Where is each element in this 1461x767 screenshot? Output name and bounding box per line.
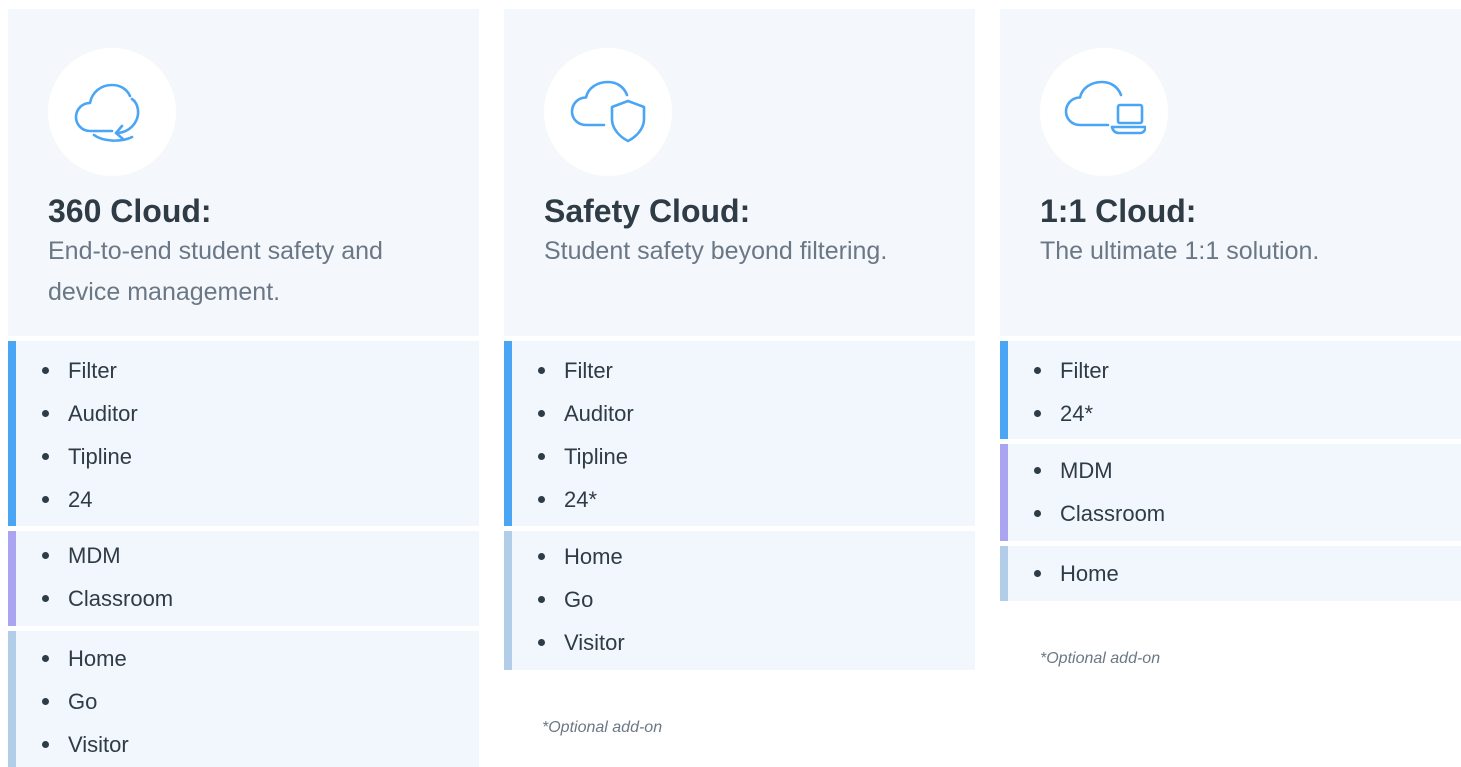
feature-item: Go (42, 680, 129, 723)
feature-list: Filter Auditor Tipline 24* (538, 349, 634, 521)
feature-item: MDM (1034, 449, 1165, 492)
group-color-bar (1000, 546, 1008, 601)
feature-list: Home Go Visitor (538, 535, 625, 664)
plan-title: 1:1 Cloud: (1040, 193, 1197, 229)
feature-item: 24* (538, 478, 634, 521)
cloud-shield-icon (544, 48, 672, 176)
group-color-bar (1000, 444, 1008, 541)
group-color-bar (8, 631, 16, 767)
feature-item: Filter (538, 349, 634, 392)
feature-item: Filter (42, 349, 138, 392)
feature-item: MDM (42, 534, 173, 577)
feature-item: Auditor (538, 392, 634, 435)
feature-item: 24 (42, 478, 138, 521)
plan-description: Student safety beyond filtering. (544, 237, 888, 265)
feature-item: Home (538, 535, 625, 578)
feature-item: Tipline (42, 435, 138, 478)
feature-list: MDM Classroom (1034, 449, 1165, 535)
feature-item: Classroom (1034, 492, 1165, 535)
feature-group-safety: Filter Auditor Tipline 24* (504, 341, 975, 526)
feature-list: Filter Auditor Tipline 24 (42, 349, 138, 521)
feature-item: 24* (1034, 392, 1109, 435)
group-color-bar (8, 531, 16, 626)
feature-item: Go (538, 578, 625, 621)
feature-list: Filter 24* (1034, 349, 1109, 435)
group-color-bar (504, 341, 512, 526)
feature-item: Auditor (42, 392, 138, 435)
group-color-bar (8, 341, 16, 526)
cloud-laptop-icon (1040, 48, 1168, 176)
group-color-bar (504, 531, 512, 670)
plan-description: End-to-end student safety and device man… (48, 237, 383, 306)
group-color-bar (1000, 341, 1008, 439)
feature-group-extras: Home Go Visitor (8, 631, 479, 767)
plan-title: 360 Cloud: (48, 193, 212, 229)
plan-title: Safety Cloud: (544, 193, 751, 229)
feature-group-extras: Home (1000, 546, 1461, 601)
feature-item: Visitor (538, 621, 625, 664)
feature-group-extras: Home Go Visitor (504, 531, 975, 670)
feature-item: Tipline (538, 435, 634, 478)
feature-group-safety: Filter 24* (1000, 341, 1461, 439)
feature-group-management: MDM Classroom (8, 531, 479, 626)
feature-item: Home (42, 637, 129, 680)
cloud-sync-icon (48, 48, 176, 176)
feature-list: Home (1034, 552, 1119, 595)
optional-addon-note: *Optional add-on (1040, 650, 1161, 667)
feature-item: Classroom (42, 577, 173, 620)
feature-item: Filter (1034, 349, 1109, 392)
feature-item: Visitor (42, 723, 129, 766)
optional-addon-note: *Optional add-on (542, 719, 663, 736)
feature-item: Home (1034, 552, 1119, 595)
feature-list: MDM Classroom (42, 534, 173, 620)
plan-description: The ultimate 1:1 solution. (1040, 237, 1320, 265)
feature-group-management: MDM Classroom (1000, 444, 1461, 541)
feature-list: Home Go Visitor (42, 637, 129, 766)
feature-group-safety: Filter Auditor Tipline 24 (8, 341, 479, 526)
